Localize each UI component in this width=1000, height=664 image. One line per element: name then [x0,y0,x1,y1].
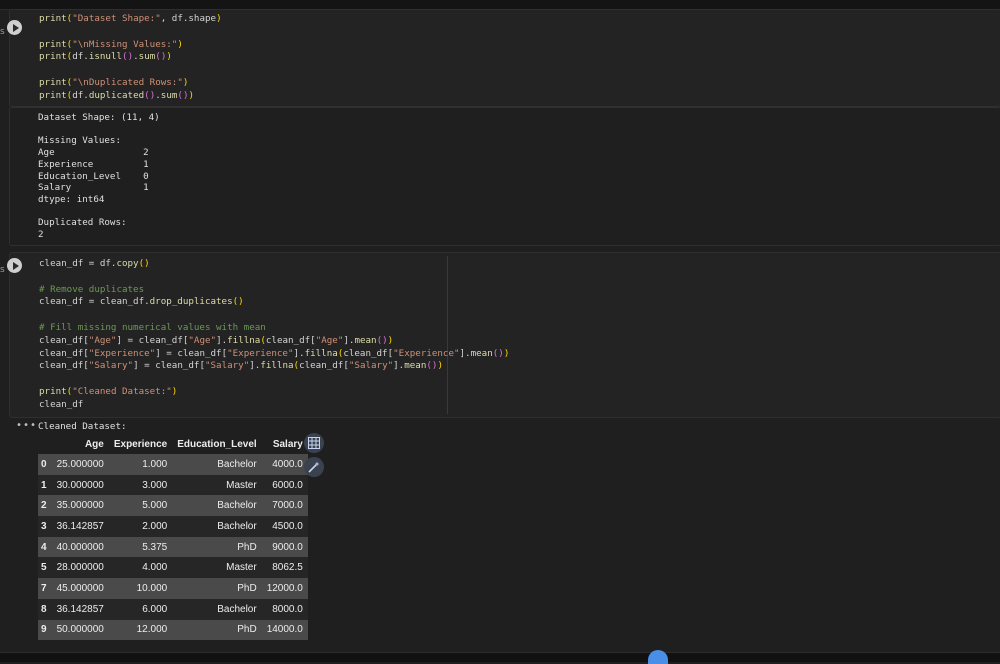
table-cell: 40.000000 [56,541,104,553]
cell-edge-marker: s [0,27,5,37]
column-header [38,434,52,454]
table-cell: 5.375 [142,541,168,553]
table-cell: 10.000 [136,582,168,594]
row-index: 7 [41,582,47,594]
table-cell: 7000.0 [272,500,303,512]
run-cell-button[interactable] [7,258,22,273]
cell-edge-marker: s [0,265,5,275]
table-cell: 30.000000 [56,479,104,491]
table-cell: 45.000000 [56,582,104,594]
row-index: 8 [41,603,47,615]
table-row: 1 30.000000 3.000 Master 6000.0 [38,474,308,496]
table-cell: 4500.0 [272,520,303,532]
table-cell: 6000.0 [272,479,303,491]
table-cell: 2.000 [142,520,168,532]
cell-output-1: Dataset Shape: (11, 4) Missing Values: A… [38,112,160,241]
table-cell: 12.000 [136,624,168,636]
row-index: 4 [41,541,47,553]
table-cell: 5.000 [142,500,168,512]
play-icon [12,23,19,32]
table-cell: Master [226,562,257,574]
row-index: 5 [41,562,47,574]
row-index: 2 [41,500,47,512]
table-row: 4 40.000000 5.375 PhD 9000.0 [38,536,308,558]
table-cell: Master [226,479,257,491]
table-cell: 35.000000 [56,500,104,512]
suggest-charts-button[interactable] [304,457,324,477]
table-cell: 1.000 [142,458,168,470]
table-row: 3 36.142857 2.000 Bachelor 4500.0 [38,516,308,537]
table-cell: Bachelor [217,520,257,532]
table-row: 8 36.142857 6.000 Bachelor 8000.0 [38,598,308,620]
table-cell: 6.000 [142,603,168,615]
table-cell: 3.000 [142,479,168,491]
row-index: 1 [41,479,47,491]
table-cell: 8000.0 [272,603,303,615]
row-index: 3 [41,520,47,532]
table-row: 9 50.000000 12.000 PhD 14000.0 [38,619,308,641]
table-row: 0 25.000000 1.000 Bachelor 4000.0 [38,454,308,475]
table-cell: Bachelor [217,500,257,512]
table-grid-icon [308,437,320,449]
table-body: 0 25.000000 1.000 Bachelor 4000.0 1 30.000000 3… [38,454,308,641]
output-menu-icon[interactable]: ••• [16,420,37,431]
code-editor-2[interactable]: clean_df = df.copy() # Remove duplicates… [39,258,509,412]
column-header: Experience [113,438,168,450]
magic-wand-icon [308,461,320,473]
scroll-indicator[interactable] [648,650,668,664]
code-editor-1[interactable]: print("Dataset Shape:", df.shape) print(… [39,13,222,103]
table-cell: 4000.0 [272,458,303,470]
table-cell: PhD [237,582,257,594]
row-index: 9 [41,624,47,636]
output-header: Cleaned Dataset: [38,421,127,432]
convert-to-interactive-table-button[interactable] [304,433,324,453]
column-header: Salary [272,438,303,450]
table-cell: 50.000000 [56,624,104,636]
table-cell: Bachelor [217,603,257,615]
table-cell: 4.000 [142,562,168,574]
table-header-row: Age Experience Education_Level Salary [38,434,308,454]
table-row: 5 28.000000 4.000 Master 8062.5 [38,557,308,579]
table-cell: 36.142857 [56,603,104,615]
play-icon [12,261,19,270]
table-cell: 36.142857 [56,520,104,532]
table-cell: PhD [237,624,257,636]
table-cell: 9000.0 [272,541,303,553]
column-header: Education_Level [177,438,257,450]
table-row: 7 45.000000 10.000 PhD 12000.0 [38,578,308,599]
row-index: 0 [41,458,47,470]
table-cell: Bachelor [217,458,257,470]
table-cell: 28.000000 [56,562,104,574]
dataframe-table: Age Experience Education_Level Salary 0 25.0… [38,434,308,641]
column-header: Age [84,438,104,450]
table-cell: 14000.0 [266,624,303,636]
table-cell: 25.000000 [56,458,104,470]
table-cell: PhD [237,541,257,553]
table-cell: 8062.5 [272,562,303,574]
run-cell-button[interactable] [7,20,22,35]
table-cell: 12000.0 [266,582,303,594]
table-row: 2 35.000000 5.000 Bachelor 7000.0 [38,495,308,517]
